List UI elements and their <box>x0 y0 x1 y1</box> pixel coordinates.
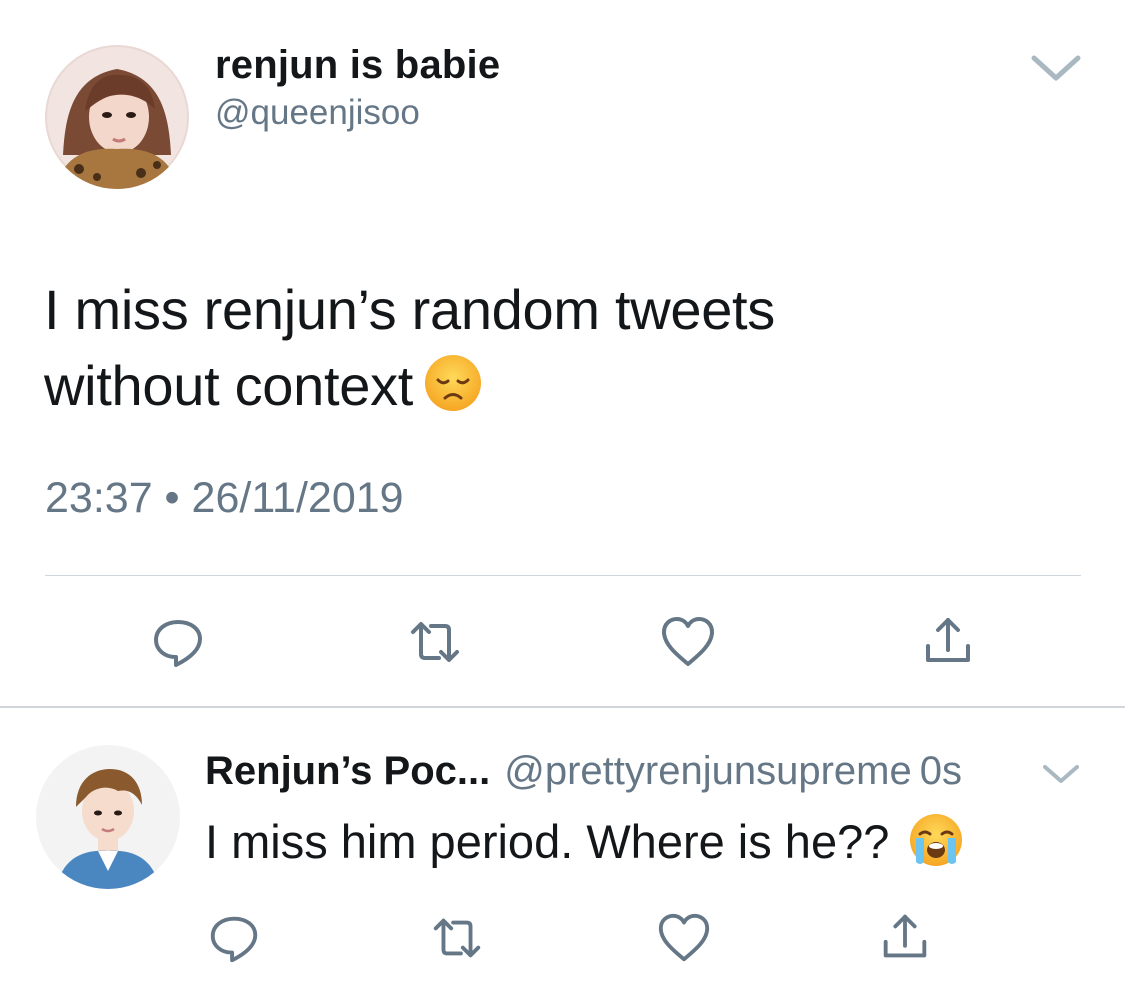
reply-header: Renjun’s Poc... @prettyrenjunsupreme 0s <box>205 749 962 794</box>
section-divider <box>0 706 1125 708</box>
reply-user-handle[interactable]: @prettyrenjunsupreme <box>504 749 911 793</box>
reply-time[interactable]: 0s <box>920 749 962 793</box>
reply-text: I miss him period. Where is he?? <box>205 812 964 879</box>
tweet-text-line-1: I miss renjun’s random tweets <box>44 278 776 341</box>
retweet-icon[interactable] <box>405 612 465 672</box>
loudly-crying-face-icon <box>908 812 964 879</box>
retweet-icon[interactable] <box>428 909 486 967</box>
like-heart-icon[interactable] <box>658 612 718 672</box>
share-icon[interactable] <box>918 612 978 672</box>
reply-text-content: I miss him period. Where is he?? <box>205 815 890 868</box>
reply-icon[interactable] <box>205 909 263 967</box>
user-handle[interactable]: @queenjisoo <box>215 93 420 133</box>
avatar[interactable] <box>45 45 189 189</box>
tweet-timestamp[interactable]: 23:37 • 26/11/2019 <box>45 474 404 523</box>
share-icon[interactable] <box>876 909 934 967</box>
reply-icon[interactable] <box>148 612 208 672</box>
chevron-down-icon[interactable] <box>1040 760 1082 788</box>
disappointed-face-icon <box>423 353 483 432</box>
reply-avatar[interactable] <box>36 745 180 889</box>
divider <box>45 575 1081 576</box>
like-heart-icon[interactable] <box>655 909 713 967</box>
tweet-text: I miss renjun’s random tweets without co… <box>44 272 1084 432</box>
display-name[interactable]: renjun is babie <box>215 43 500 88</box>
tweet-text-line-2: without context <box>44 354 414 417</box>
chevron-down-icon[interactable] <box>1028 50 1084 86</box>
reply-display-name[interactable]: Renjun’s Poc... <box>205 749 490 793</box>
